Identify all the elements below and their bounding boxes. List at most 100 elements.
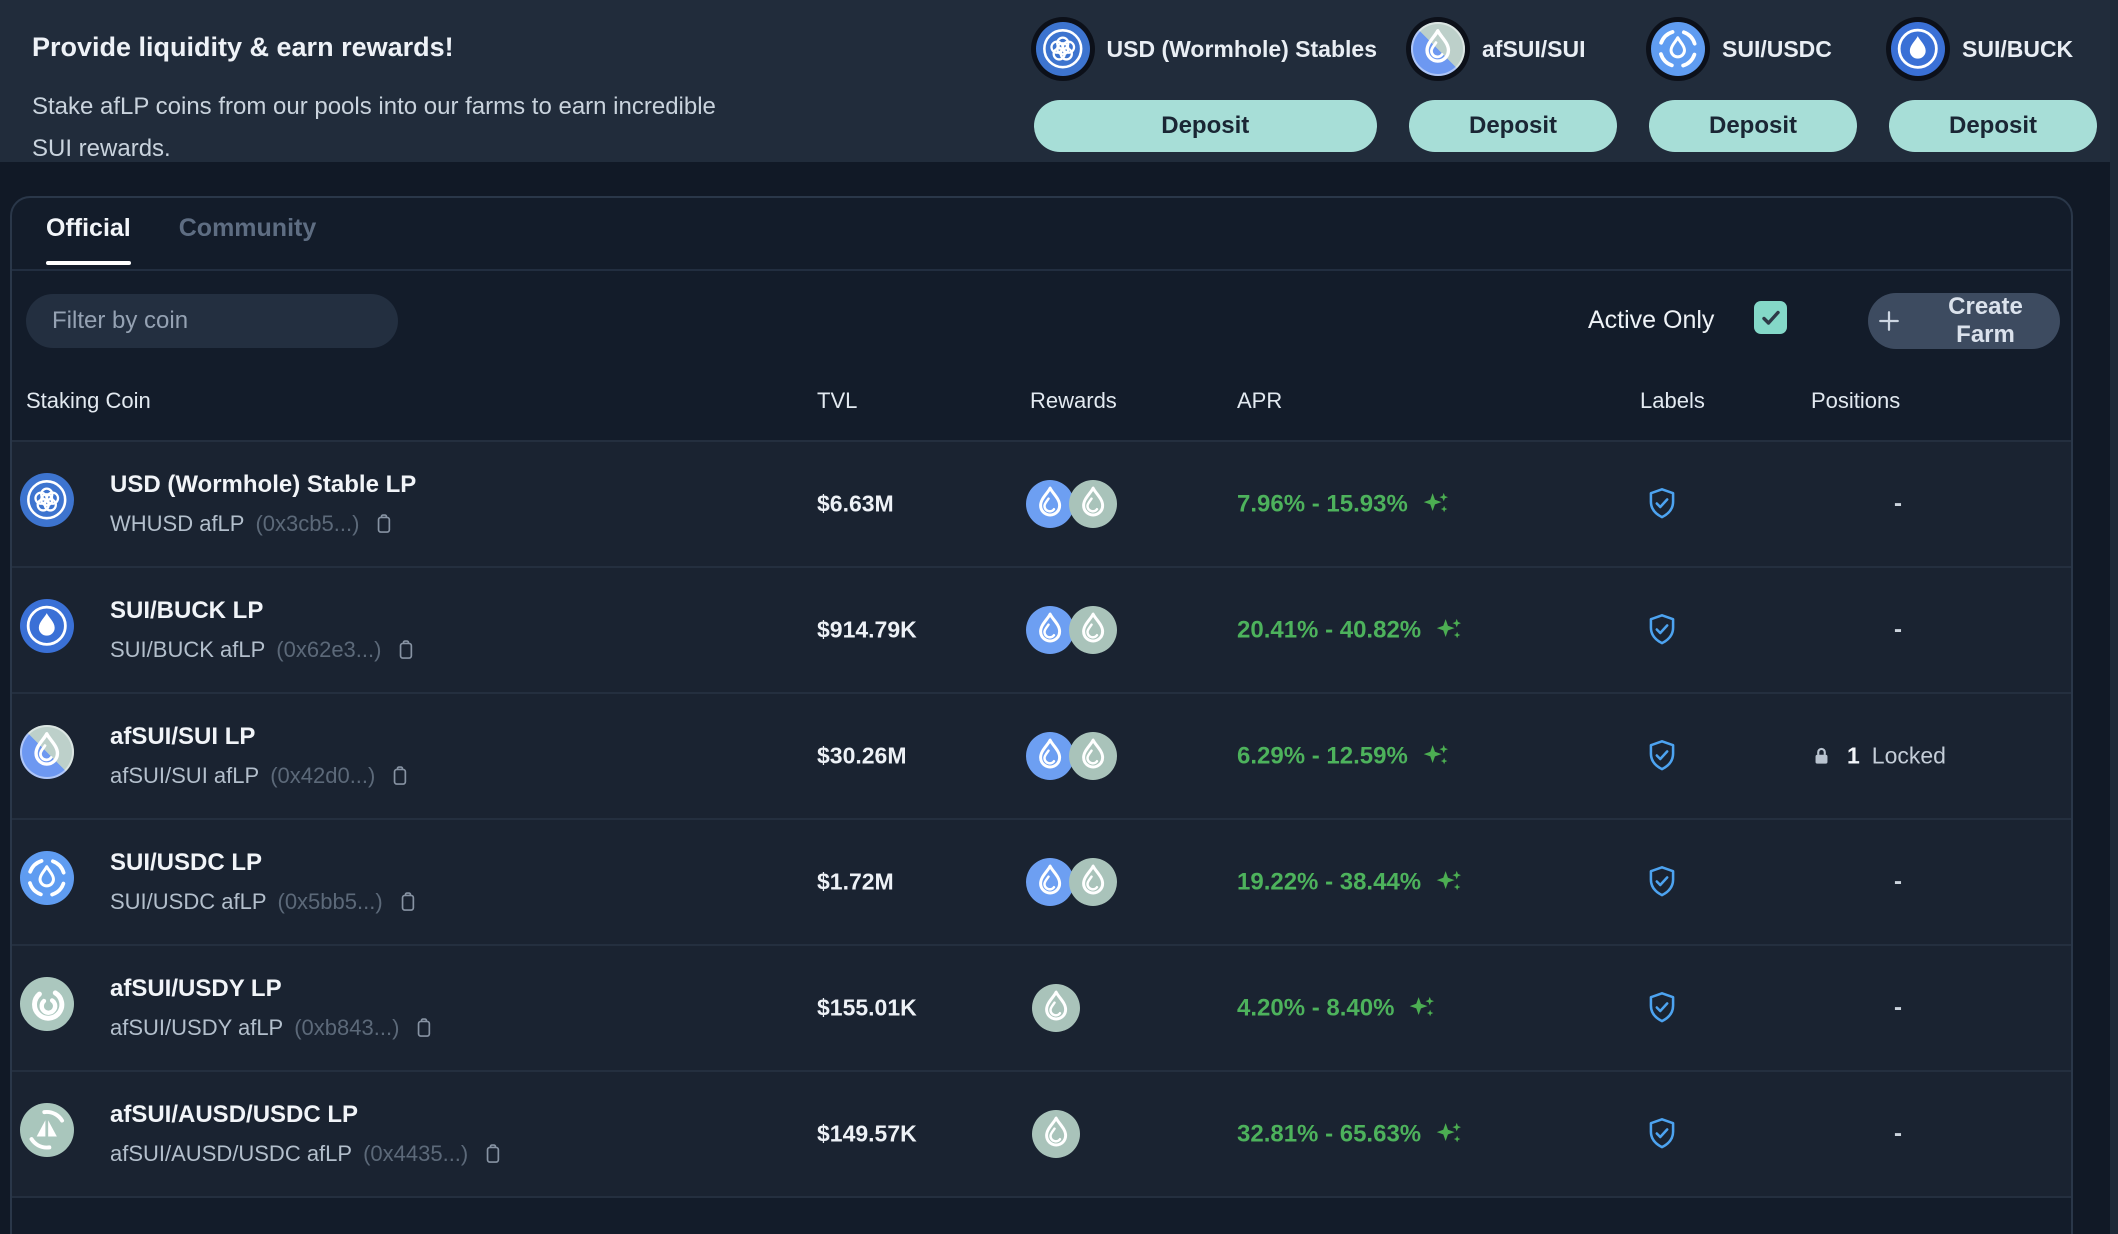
sui-usdc-icon [20, 851, 74, 905]
apr-cell: 6.29% - 12.59% [1237, 741, 1452, 772]
farm-row[interactable]: afSUI/SUI LP afSUI/SUI afLP (0x42d0...) $30… [12, 692, 2071, 818]
apr-cell: 7.96% - 15.93% [1237, 489, 1452, 520]
lp-address: (0x62e3...) [276, 636, 382, 662]
apr-cell: 20.41% - 40.82% [1237, 615, 1465, 646]
filter-by-coin-input[interactable] [26, 294, 398, 348]
deposit-button[interactable]: Deposit [1649, 100, 1857, 152]
sui-drop-sage-icon [1032, 984, 1080, 1032]
create-farm-label: Create Farm [1948, 293, 2023, 348]
lp-address: (0x5bb5...) [277, 888, 383, 914]
lp-address: (0x3cb5...) [255, 510, 360, 536]
farm-row[interactable]: afSUI/USDY LP afSUI/USDY afLP (0xb843...) $… [12, 944, 2071, 1070]
coin-name-cell: afSUI/USDY LP afSUI/USDY afLP (0xb843...) [110, 975, 437, 1041]
tab-community[interactable]: Community [179, 214, 317, 265]
lp-symbol: afSUI/USDY afLP [110, 1014, 284, 1040]
sui-usdc-icon [1651, 22, 1705, 76]
sui-drop-blue-icon [1026, 480, 1074, 528]
sui-drop-sage-icon [1032, 1110, 1080, 1158]
verified-shield-icon [1643, 484, 1681, 524]
column-header: Labels [1640, 388, 1705, 413]
pool-label: USD (Wormhole) Stables [1106, 35, 1378, 62]
sparkle-icon [1421, 489, 1452, 520]
deposit-cards: USD (Wormhole) Stables Deposit afSUI/SUI De… [1033, 20, 2097, 152]
copy-address-icon[interactable] [370, 510, 397, 537]
lp-address: (0x42d0...) [270, 762, 376, 788]
sui-buck-icon [20, 599, 74, 653]
lock-icon [1808, 743, 1835, 770]
deposit-button[interactable]: Deposit [1889, 100, 2097, 152]
apr-range: 7.96% - 15.93% [1237, 490, 1408, 517]
tabs-divider [12, 269, 2071, 271]
pool-label: SUI/USDC [1722, 35, 1832, 62]
staking-coin-cell [20, 599, 82, 661]
sui-drop-sage-icon [1069, 480, 1117, 528]
active-only-checkbox[interactable] [1754, 301, 1787, 334]
apr-cell: 19.22% - 38.44% [1237, 867, 1465, 898]
copy-address-icon[interactable] [479, 1140, 506, 1167]
farm-row[interactable]: USD (Wormhole) Stable LP WHUSD afLP (0x3cb… [12, 440, 2071, 566]
tvl-value: $30.26M [817, 742, 907, 769]
scrollbar[interactable] [2110, 0, 2118, 1234]
column-header: Rewards [1030, 388, 1117, 413]
apr-range: 6.29% - 12.59% [1237, 742, 1408, 769]
afsui-sui-icon [20, 725, 74, 779]
reward-coins [1026, 858, 1117, 906]
apr-range: 4.20% - 8.40% [1237, 994, 1395, 1021]
pool-head: SUI/BUCK [1889, 20, 2097, 78]
apr-range: 20.41% - 40.82% [1237, 616, 1422, 643]
verified-shield-icon [1643, 1114, 1681, 1154]
verified-shield-icon [1643, 988, 1681, 1028]
deposit-card: afSUI/SUI Deposit [1409, 20, 1617, 152]
copy-address-icon[interactable] [394, 888, 421, 915]
copy-address-icon[interactable] [386, 762, 413, 789]
coin-name-cell: afSUI/AUSD/USDC LP afSUI/AUSD/USDC afLP (0… [110, 1101, 506, 1167]
plus-icon [1874, 306, 1904, 336]
pool-name: SUI/USDC LP [110, 849, 263, 876]
verified-shield-icon [1643, 736, 1681, 776]
farm-row[interactable]: afSUI/AUSD/USDC LP afSUI/AUSD/USDC afLP (0… [12, 1070, 2071, 1196]
deposit-button[interactable]: Deposit [1033, 100, 1377, 152]
tvl-value: $1.72M [817, 868, 894, 895]
deposit-button[interactable]: Deposit [1409, 100, 1617, 152]
sui-drop-blue-icon [1026, 858, 1074, 906]
tvl-value: $914.79K [817, 616, 917, 643]
copy-address-icon[interactable] [392, 636, 419, 663]
pool-name: USD (Wormhole) Stable LP [110, 471, 417, 498]
staking-coin-cell [20, 977, 82, 1039]
lp-address: (0x4435...) [363, 1140, 469, 1166]
farm-row[interactable]: SUI/BUCK LP SUI/BUCK afLP (0x62e3...) $914.… [12, 566, 2071, 692]
sparkle-icon [1434, 867, 1465, 898]
deposit-card: USD (Wormhole) Stables Deposit [1033, 20, 1378, 152]
create-farm-button[interactable]: Create Farm [1868, 293, 2060, 349]
coin-name-cell: SUI/USDC LP SUI/USDC afLP (0x5bb5...) [110, 849, 421, 915]
column-header: Positions [1811, 388, 1901, 413]
copy-address-icon[interactable] [410, 1014, 437, 1041]
lp-symbol: WHUSD afLP [110, 510, 245, 536]
sui-drop-sage-icon [1069, 606, 1117, 654]
locked-label: Locked [1871, 742, 1946, 769]
wormhole-icon [1035, 22, 1090, 76]
promo-banner: Provide liquidity & earn rewards! Stake … [0, 0, 2118, 162]
tvl-value: $155.01K [817, 994, 917, 1021]
afsui-ausd-usdc-icon [20, 1103, 74, 1157]
positions-empty: - [1894, 1120, 1902, 1147]
column-header: Staking Coin [26, 388, 151, 413]
tab-official[interactable]: Official [46, 214, 131, 265]
afsui-usdy-icon [20, 977, 74, 1031]
column-header: TVL [817, 388, 858, 413]
pool-head: afSUI/SUI [1409, 20, 1617, 78]
sui-buck-icon [1891, 22, 1945, 76]
sui-drop-blue-icon [1026, 606, 1074, 654]
sui-drop-sage-icon [1069, 732, 1117, 780]
farm-row[interactable]: SUI/USDC LP SUI/USDC afLP (0x5bb5...) $1.72… [12, 818, 2071, 944]
sparkle-icon [1434, 615, 1465, 646]
staking-coin-cell [20, 473, 82, 535]
pool-name: afSUI/SUI LP [110, 723, 256, 750]
farm-tabs: Official Community [46, 214, 316, 265]
column-header: APR [1237, 388, 1283, 413]
locked-count: 1 [1847, 742, 1860, 769]
staking-coin-cell [20, 725, 82, 787]
pool-label: afSUI/SUI [1482, 35, 1586, 62]
apr-cell: 4.20% - 8.40% [1237, 993, 1438, 1024]
lp-symbol: SUI/USDC afLP [110, 888, 267, 914]
